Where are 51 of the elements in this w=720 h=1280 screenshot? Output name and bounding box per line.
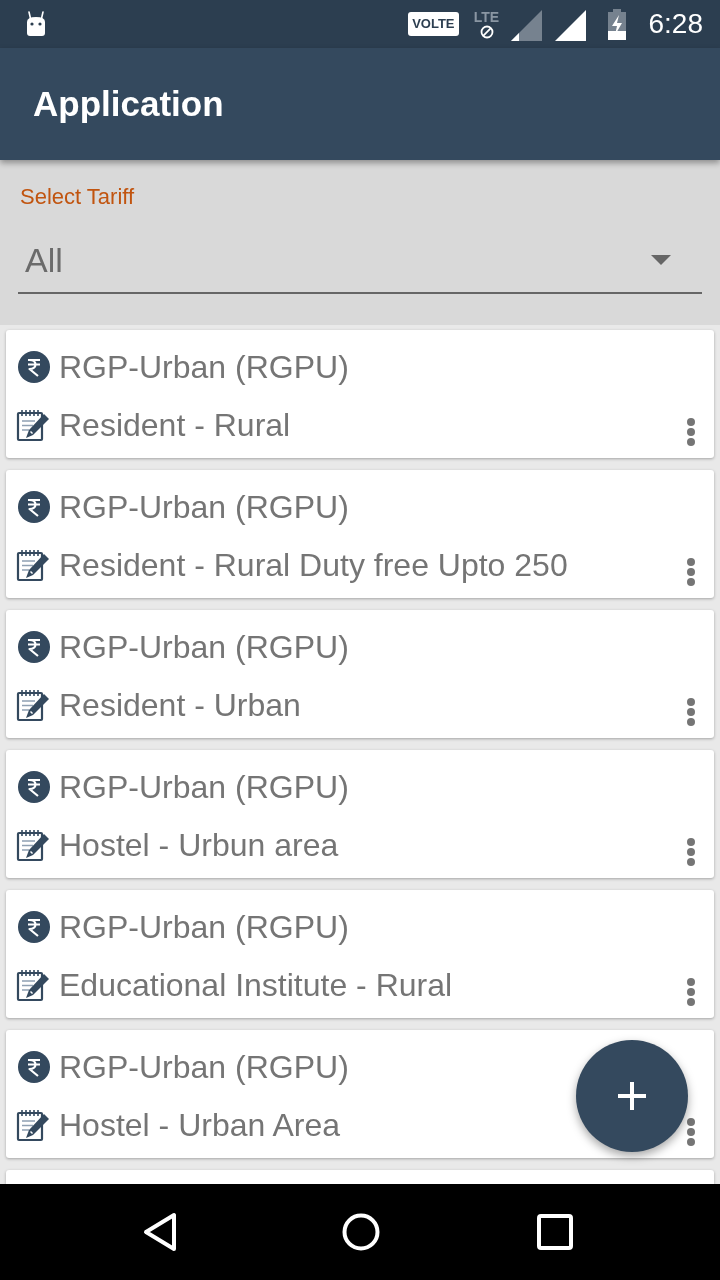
more-options-icon[interactable] <box>686 558 696 586</box>
rupee-icon <box>18 491 50 523</box>
more-options-icon[interactable] <box>686 418 696 446</box>
back-icon[interactable] <box>142 1212 178 1252</box>
more-options-icon[interactable] <box>686 698 696 726</box>
tariff-name: Resident - Urban <box>59 686 301 725</box>
select-label: Select Tariff <box>20 184 135 210</box>
caret-icon <box>651 255 671 265</box>
tariff-category: RGP-Urban (RGPU) <box>59 908 349 947</box>
notepad-pencil-icon <box>16 688 50 722</box>
volte-badge: VOLTE <box>408 12 459 36</box>
more-options-icon[interactable] <box>686 978 696 1006</box>
tariff-card[interactable]: RGP-Urban (RGPU) Educational Institute - Rural <box>6 890 714 1018</box>
notepad-pencil-icon <box>16 968 50 1002</box>
network-type-label: LTE <box>473 9 500 24</box>
rupee-icon <box>18 911 50 943</box>
notepad-pencil-icon <box>16 828 50 862</box>
rupee-icon <box>18 1051 50 1083</box>
more-options-icon[interactable] <box>686 1118 696 1146</box>
notepad-pencil-icon <box>16 548 50 582</box>
tariff-category: RGP-Urban (RGPU) <box>59 348 349 387</box>
tariff-category: RGP-Urban (RGPU) <box>59 628 349 667</box>
tariff-category: RGP-Urban (RGPU) <box>59 768 349 807</box>
tariff-card[interactable]: RGP-Urban (RGPU) Resident - Rural <box>6 330 714 458</box>
rupee-icon <box>18 631 50 663</box>
recents-icon[interactable] <box>537 1214 573 1250</box>
signal-full-icon <box>554 9 586 41</box>
tariff-name: Hostel - Urbun area <box>59 826 339 865</box>
tariff-category: RGP-Urban (RGPU) <box>59 1048 349 1087</box>
rupee-icon <box>18 351 50 383</box>
no-data-icon <box>479 24 494 39</box>
signal-weak-icon <box>510 9 542 41</box>
clock-time: 6:28 <box>648 8 703 40</box>
tariff-card[interactable]: RGP-Urban (RGPU) Hostel - Urbun area <box>6 750 714 878</box>
notepad-pencil-icon <box>16 408 50 442</box>
tariff-name: Educational Institute - Rural <box>59 966 453 1005</box>
tariff-name: Resident - Rural <box>59 406 291 445</box>
battery-charging-icon <box>606 8 627 40</box>
notepad-pencil-icon <box>16 1108 50 1142</box>
home-icon[interactable] <box>342 1213 380 1251</box>
tariff-category: RGP-Urban (RGPU) <box>59 488 349 527</box>
rupee-icon <box>18 771 50 803</box>
more-options-icon[interactable] <box>686 838 696 866</box>
tariff-name: Resident - Rural Duty free Upto 250 <box>59 546 568 585</box>
tariff-card[interactable]: RGP-Urban (RGPU) Resident - Rural Duty free Upto 250 <box>6 470 714 598</box>
tariff-dropdown[interactable]: All <box>18 228 702 294</box>
robot-head-icon <box>24 11 48 37</box>
plus-icon <box>617 1081 647 1111</box>
app-title: Application <box>33 83 224 125</box>
tariff-card[interactable]: RGP-Urban (RGPU) Resident - Urban <box>6 610 714 738</box>
tariff-name: Hostel - Urban Area <box>59 1106 340 1145</box>
